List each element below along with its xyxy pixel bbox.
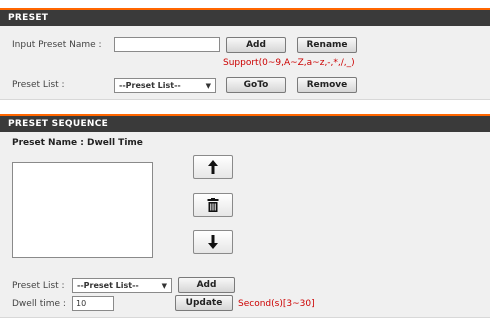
delete-button[interactable] [193, 193, 233, 217]
input-preset-name-label: Input Preset Name : [12, 40, 102, 50]
update-dwell-button[interactable]: Update [175, 295, 233, 311]
preset-list-label: Preset List : [12, 80, 65, 90]
sequence-list-select-value: --Preset List-- [77, 281, 139, 290]
remove-preset-button-label: Remove [306, 80, 348, 90]
preset-name-input[interactable] [114, 37, 220, 52]
goto-preset-button[interactable]: GoTo [226, 77, 286, 93]
move-down-button[interactable] [193, 230, 233, 254]
add-preset-button-label: Add [246, 40, 266, 50]
trash-icon [207, 198, 219, 212]
dwell-time-label: Dwell time : [12, 299, 66, 309]
add-sequence-button-label: Add [196, 280, 217, 290]
move-up-button[interactable] [193, 155, 233, 179]
goto-preset-button-label: GoTo [243, 80, 269, 90]
add-preset-button[interactable]: Add [226, 37, 286, 53]
dwell-time-input[interactable] [72, 296, 114, 311]
arrow-down-icon [208, 235, 218, 249]
sequence-header-title: PRESET SEQUENCE [8, 119, 109, 129]
preset-section-header: PRESET [0, 8, 490, 26]
dwell-hint-text: Second(s)[3~30] [238, 299, 315, 309]
support-hint-text: Support(0~9,A~Z,a~z,-,*,/,_) [223, 58, 355, 68]
sequence-listbox[interactable] [12, 162, 153, 258]
update-dwell-button-label: Update [185, 298, 223, 308]
rename-preset-button[interactable]: Rename [297, 37, 357, 53]
sequence-section-header: PRESET SEQUENCE [0, 114, 490, 132]
arrow-up-icon [208, 160, 218, 174]
preset-list-select[interactable]: --Preset List-- ▼ [114, 78, 216, 93]
preset-list-select-value: --Preset List-- [119, 81, 181, 90]
chevron-down-icon: ▼ [161, 281, 167, 290]
sequence-columns-label: Preset Name : Dwell Time [12, 138, 143, 148]
chevron-down-icon: ▼ [205, 81, 211, 90]
rename-preset-button-label: Rename [306, 40, 348, 50]
sequence-list-select[interactable]: --Preset List-- ▼ [72, 278, 172, 293]
add-sequence-button[interactable]: Add [178, 277, 235, 293]
preset-header-title: PRESET [8, 13, 49, 23]
remove-preset-button[interactable]: Remove [297, 77, 357, 93]
sequence-list-label: Preset List : [12, 281, 65, 291]
